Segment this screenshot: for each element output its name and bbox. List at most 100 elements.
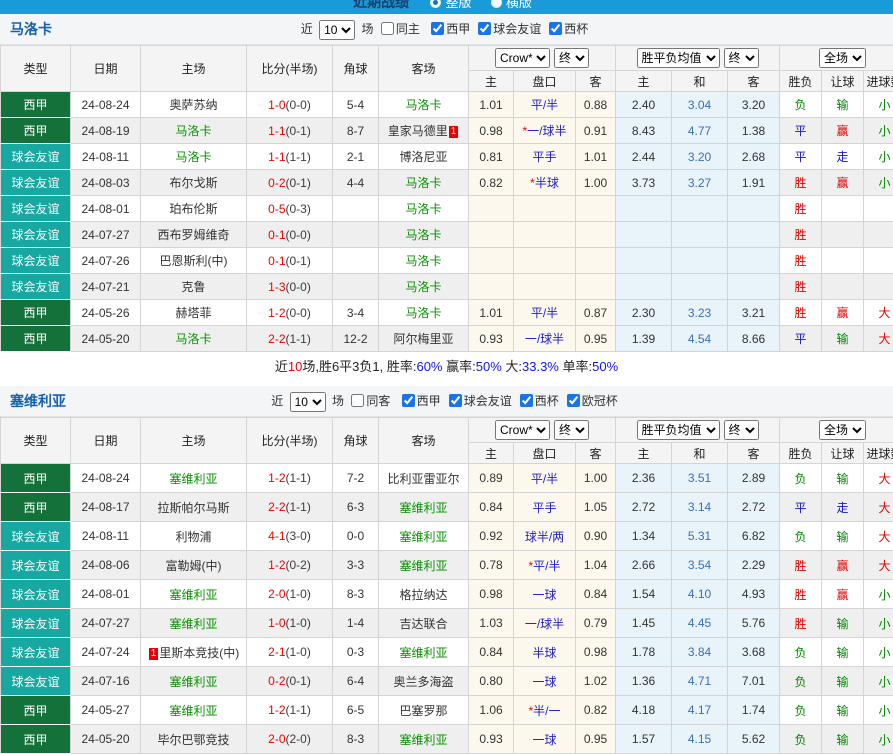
team-link[interactable]: 布尔戈斯 bbox=[169, 176, 217, 190]
team-link[interactable]: 格拉纳达 bbox=[399, 588, 447, 602]
radio-option-full[interactable]: 整版 bbox=[430, 0, 471, 10]
league-type-cell[interactable]: 球会友谊 bbox=[1, 522, 71, 551]
asian-away-odds bbox=[576, 274, 616, 300]
team-link[interactable]: 皇家马德里 bbox=[388, 124, 448, 138]
team-link[interactable]: 塞维利亚 bbox=[169, 675, 217, 689]
team-link[interactable]: 塞维利亚 bbox=[169, 617, 217, 631]
team-link[interactable]: 吉达联合 bbox=[399, 617, 447, 631]
same-venue-checkbox[interactable] bbox=[351, 394, 364, 407]
euro-final-select[interactable]: 终 bbox=[724, 48, 759, 68]
league-type-cell[interactable]: 西甲 bbox=[1, 300, 71, 326]
asian-away-odds bbox=[576, 196, 616, 222]
league-filter[interactable]: 西杯 bbox=[549, 22, 588, 36]
league-checkbox[interactable] bbox=[567, 394, 580, 407]
asian-final-select[interactable]: 终 bbox=[554, 48, 589, 68]
team-link[interactable]: 马洛卡 bbox=[405, 98, 441, 112]
team-link[interactable]: 马洛卡 bbox=[405, 202, 441, 216]
league-filter[interactable]: 西甲 bbox=[431, 22, 470, 36]
recent-count-select[interactable]: 10 bbox=[319, 20, 355, 40]
euro-final-select[interactable]: 终 bbox=[724, 420, 759, 440]
team-link[interactable]: 西布罗姆维奇 bbox=[157, 228, 229, 242]
radio-option-horizontal[interactable]: 横版 bbox=[491, 0, 532, 10]
team-link[interactable]: 马洛卡 bbox=[405, 176, 441, 190]
league-type-cell[interactable]: 球会友谊 bbox=[1, 551, 71, 580]
home-team-cell: 塞维利亚 bbox=[141, 609, 247, 638]
column-header: 类型 bbox=[1, 46, 71, 92]
team-link[interactable]: 马洛卡 bbox=[405, 228, 441, 242]
team-link[interactable]: 塞维利亚 bbox=[399, 530, 447, 544]
team-link[interactable]: 克鲁 bbox=[181, 280, 205, 294]
asian-final-select[interactable]: 终 bbox=[554, 420, 589, 440]
odds-source-select[interactable]: Crow* bbox=[495, 420, 550, 440]
league-type-cell[interactable]: 球会友谊 bbox=[1, 222, 71, 248]
league-filter[interactable]: 欧冠杯 bbox=[567, 394, 618, 408]
league-type-cell[interactable]: 球会友谊 bbox=[1, 196, 71, 222]
team-link[interactable]: 塞维利亚 bbox=[169, 704, 217, 718]
team-link[interactable]: 塞维利亚 bbox=[169, 588, 217, 602]
team-link[interactable]: 马洛卡 bbox=[175, 124, 211, 138]
league-checkbox[interactable] bbox=[449, 394, 462, 407]
league-type-cell[interactable]: 球会友谊 bbox=[1, 609, 71, 638]
team-link[interactable]: 马洛卡 bbox=[405, 306, 441, 320]
league-type-cell[interactable]: 球会友谊 bbox=[1, 638, 71, 667]
team-link[interactable]: 塞维利亚 bbox=[399, 501, 447, 515]
team-link[interactable]: 马洛卡 bbox=[175, 150, 211, 164]
scope-select[interactable]: 全场 bbox=[819, 48, 866, 68]
team-link[interactable]: 塞维利亚 bbox=[169, 472, 217, 486]
avg-odds-select[interactable]: 胜平负均值 bbox=[637, 48, 720, 68]
league-checkbox[interactable] bbox=[431, 22, 444, 35]
league-checkbox[interactable] bbox=[402, 394, 415, 407]
team-link[interactable]: 塞维利亚 bbox=[399, 646, 447, 660]
league-checkbox[interactable] bbox=[549, 22, 562, 35]
team-link[interactable]: 奥兰多海盗 bbox=[393, 675, 453, 689]
same-venue-filter[interactable]: 同客 bbox=[351, 394, 390, 408]
league-type-cell[interactable]: 西甲 bbox=[1, 493, 71, 522]
sub-column-header: 让球 bbox=[822, 443, 864, 464]
team-link[interactable]: 马洛卡 bbox=[175, 332, 211, 346]
team-link[interactable]: 塞维利亚 bbox=[399, 559, 447, 573]
same-venue-filter[interactable]: 同主 bbox=[381, 22, 420, 36]
league-checkbox[interactable] bbox=[520, 394, 533, 407]
team-link[interactable]: 博洛尼亚 bbox=[399, 150, 447, 164]
league-filter[interactable]: 球会友谊 bbox=[449, 394, 512, 408]
recent-count-select[interactable]: 10 bbox=[290, 392, 326, 412]
league-filter[interactable]: 西甲 bbox=[402, 394, 441, 408]
league-type-cell[interactable]: 西甲 bbox=[1, 118, 71, 144]
league-type-cell[interactable]: 球会友谊 bbox=[1, 667, 71, 696]
avg-odds-select[interactable]: 胜平负均值 bbox=[637, 420, 720, 440]
league-checkbox[interactable] bbox=[478, 22, 491, 35]
team-link[interactable]: 比利亚雷亚尔 bbox=[387, 472, 459, 486]
league-type-cell[interactable]: 球会友谊 bbox=[1, 274, 71, 300]
team-link[interactable]: 拉斯帕尔马斯 bbox=[157, 501, 229, 515]
table-row: 球会友谊24-07-16塞维利亚0-2(0-1)6-4奥兰多海盗0.80一球1.… bbox=[1, 667, 893, 696]
scope-select[interactable]: 全场 bbox=[819, 420, 866, 440]
team-link[interactable]: 马洛卡 bbox=[405, 254, 441, 268]
league-type-cell[interactable]: 球会友谊 bbox=[1, 580, 71, 609]
team-link[interactable]: 里斯本竞技(中) bbox=[159, 646, 239, 660]
summary-segment: 场,胜6平3负1, 胜率: bbox=[302, 359, 416, 374]
league-type-cell[interactable]: 西甲 bbox=[1, 464, 71, 493]
team-link[interactable]: 巴恩斯利(中) bbox=[160, 254, 228, 268]
odds-source-select[interactable]: Crow* bbox=[495, 48, 550, 68]
team-link[interactable]: 奥萨苏纳 bbox=[169, 98, 217, 112]
team-link[interactable]: 马洛卡 bbox=[405, 280, 441, 294]
league-type-cell[interactable]: 球会友谊 bbox=[1, 170, 71, 196]
league-type-cell[interactable]: 西甲 bbox=[1, 326, 71, 352]
league-type-cell[interactable]: 球会友谊 bbox=[1, 144, 71, 170]
team-link[interactable]: 阿尔梅里亚 bbox=[393, 332, 453, 346]
same-venue-checkbox[interactable] bbox=[381, 22, 394, 35]
league-type-cell[interactable]: 西甲 bbox=[1, 696, 71, 725]
team-link[interactable]: 巴塞罗那 bbox=[399, 704, 447, 718]
league-type-cell[interactable]: 西甲 bbox=[1, 92, 71, 118]
team-link[interactable]: 珀布伦斯 bbox=[169, 202, 217, 216]
league-type-cell[interactable]: 西甲 bbox=[1, 725, 71, 754]
column-header: 比分(半场) bbox=[247, 418, 333, 464]
league-type-cell[interactable]: 球会友谊 bbox=[1, 248, 71, 274]
matches-table: 类型日期主场比分(半场)角球客场Crow*终胜平负均值终全场 主盘口客主和客胜负… bbox=[0, 45, 893, 352]
league-filter[interactable]: 球会友谊 bbox=[478, 22, 541, 36]
euro-home-odds: 1.39 bbox=[616, 326, 672, 352]
team-link[interactable]: 赫塔菲 bbox=[175, 306, 211, 320]
team-link[interactable]: 利物浦 bbox=[175, 530, 211, 544]
league-filter[interactable]: 西杯 bbox=[520, 394, 559, 408]
team-link[interactable]: 富勒姆(中) bbox=[166, 559, 222, 573]
